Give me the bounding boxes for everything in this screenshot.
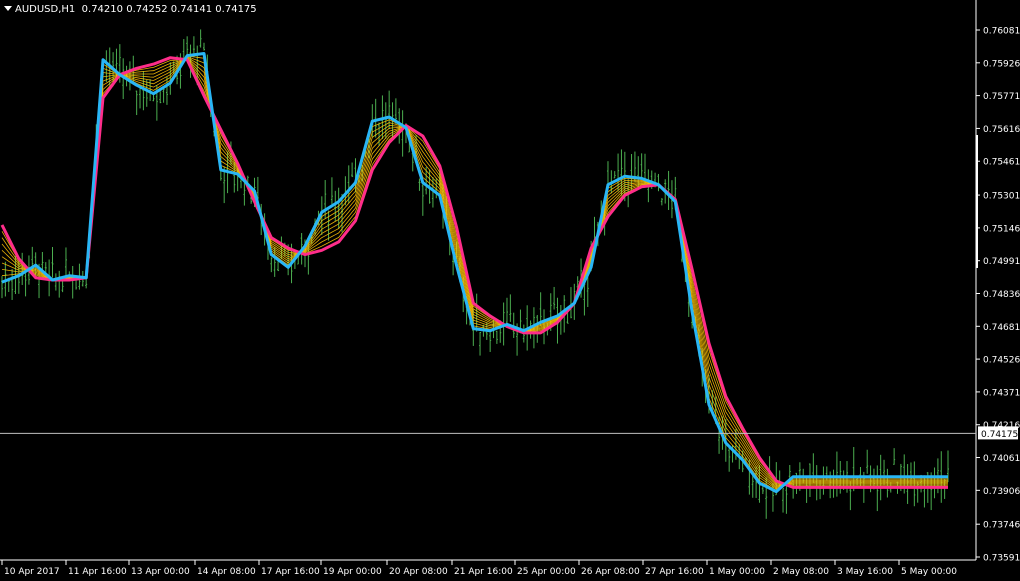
symbol-label: AUDUSD,H1 (15, 4, 76, 15)
high-value: 0.74252 (126, 4, 168, 15)
chart-header: AUDUSD,H1 0.74210 0.74252 0.74141 0.7417… (4, 4, 257, 15)
time-tick-label: 27 Apr 16:00 (645, 567, 704, 577)
time-tick-label: 17 Apr 16:00 (261, 567, 320, 577)
price-tick-label: 0.74061 (983, 454, 1020, 464)
time-tick-label: 5 May 00:00 (901, 567, 957, 577)
price-tick-label: 0.74991 (983, 257, 1020, 267)
time-tick-label: 14 Apr 08:00 (197, 567, 256, 577)
time-tick-label: 19 Apr 00:00 (323, 567, 382, 577)
price-tick-label: 0.75926 (983, 59, 1020, 69)
current-price-label: 0.74175 (981, 430, 1018, 440)
time-tick-label: 2 May 08:00 (773, 567, 829, 577)
time-tick-label: 1 May 00:00 (709, 567, 765, 577)
price-tick-label: 0.75771 (983, 92, 1020, 102)
low-value: 0.74141 (170, 4, 213, 15)
price-tick-label: 0.74371 (983, 388, 1020, 398)
price-chart[interactable]: 0.76081 0.75926 0.75771 0.75616 0.75461 0.753… (0, 0, 1020, 581)
open-value: 0.74210 (81, 4, 124, 15)
price-tick-label: 0.75146 (983, 224, 1020, 234)
price-tick-label: 0.75301 (983, 192, 1020, 202)
price-tick-label: 0.74836 (983, 290, 1020, 300)
price-tick-label: 0.74526 (983, 356, 1020, 366)
time-tick-label: 26 Apr 08:00 (581, 567, 640, 577)
time-tick-label: 3 May 16:00 (837, 567, 893, 577)
price-tick-label: 0.73746 (983, 521, 1020, 531)
close-value: 0.74175 (215, 4, 257, 15)
time-tick-label: 25 Apr 00:00 (517, 567, 576, 577)
time-tick-label: 10 Apr 2017 (4, 567, 60, 577)
time-tick-label: 11 Apr 16:00 (68, 567, 127, 577)
price-tick-label: 0.76081 (983, 27, 1020, 37)
time-tick-label: 20 Apr 08:00 (389, 567, 448, 577)
dropdown-triangle-icon[interactable] (4, 6, 12, 11)
price-tick-label: 0.73591 (983, 554, 1020, 564)
time-tick-label: 21 Apr 16:00 (454, 567, 513, 577)
price-tick-label: 0.75461 (983, 158, 1020, 168)
price-tick-label: 0.74681 (983, 323, 1020, 333)
price-tick-label: 0.73906 (983, 487, 1020, 497)
time-tick-label: 13 Apr 00:00 (131, 567, 190, 577)
price-tick-label: 0.75616 (983, 125, 1020, 135)
